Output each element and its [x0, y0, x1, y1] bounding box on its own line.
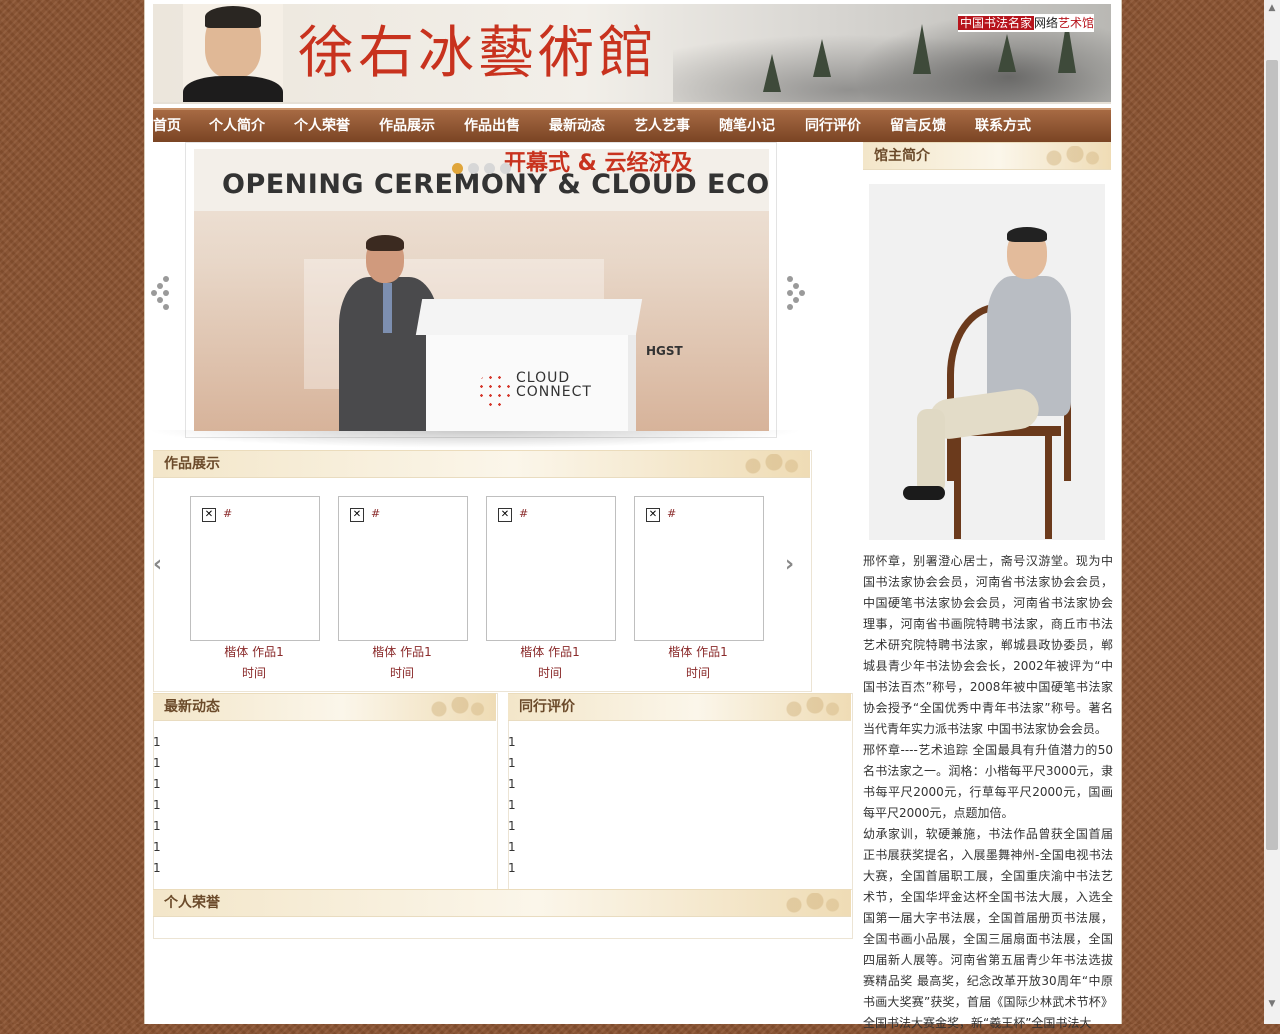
- work-card[interactable]: ✕ #: [190, 496, 320, 641]
- works-header: 作品展示: [153, 450, 810, 478]
- reviews-panel: [508, 693, 853, 890]
- news-item[interactable]: 1: [153, 774, 161, 795]
- review-item[interactable]: 1: [508, 837, 516, 858]
- honors-title[interactable]: 个人荣誉: [164, 890, 220, 916]
- slider-dot-1[interactable]: [452, 163, 463, 174]
- news-panel: [153, 693, 498, 890]
- about-header: 馆主简介: [863, 142, 1111, 170]
- work-title[interactable]: 楷体 作品1: [486, 643, 614, 660]
- broken-image-icon: ✕: [646, 508, 660, 522]
- scroll-thumb[interactable]: [1266, 60, 1278, 850]
- review-item[interactable]: 1: [508, 753, 516, 774]
- nav-item-profile[interactable]: 个人简介: [209, 110, 265, 142]
- cloud-pattern-icon: [1033, 146, 1103, 166]
- honors-header: 个人荣誉: [153, 889, 851, 917]
- review-item[interactable]: 1: [508, 795, 516, 816]
- dotted-arrow-right-icon[interactable]: [787, 276, 811, 312]
- cloud-pattern-icon: [773, 697, 843, 717]
- about-text: 邢怀章，别署澄心居士，斋号汉游堂。现为中国书法家协会会员，河南省书法家协会会员，…: [863, 551, 1113, 1034]
- dotted-arrow-left-icon[interactable]: [151, 276, 175, 312]
- about-paragraph: 邢怀章----艺术追踪 全国最具有升值潜力的50名书法家之一。润格：小楷每平尺3…: [863, 743, 1113, 820]
- work-time: 时间: [389, 666, 414, 680]
- broken-image-icon: ✕: [498, 508, 512, 522]
- news-item[interactable]: 1: [153, 753, 161, 774]
- nav-item-works[interactable]: 作品展示: [379, 110, 435, 142]
- slider-dots: [452, 163, 516, 177]
- work-card[interactable]: ✕ #: [634, 496, 764, 641]
- broken-image-icon: ✕: [350, 508, 364, 522]
- scroll-up-arrow-icon[interactable]: ▲: [1264, 0, 1280, 16]
- work-time: 时间: [685, 666, 710, 680]
- cloud-pattern-icon: [773, 893, 843, 913]
- nav-item-sale[interactable]: 作品出售: [464, 110, 520, 142]
- artist-portrait: [183, 4, 283, 102]
- cloud-connect-logo-icon: [477, 373, 511, 407]
- broken-image-icon: ✕: [202, 508, 216, 522]
- reviews-title[interactable]: 同行评价: [519, 694, 575, 720]
- work-card[interactable]: ✕ #: [338, 496, 468, 641]
- review-item[interactable]: 1: [508, 732, 516, 753]
- chevron-left-icon[interactable]: ‹: [153, 552, 162, 577]
- slider-dot-2[interactable]: [468, 163, 479, 174]
- news-header: 最新动态: [153, 693, 496, 721]
- header-banner: 徐右冰藝術館 中国书法名家 网络艺术馆: [153, 4, 1111, 104]
- page-container: 徐右冰藝術館 中国书法名家 网络艺术馆 首页 个人简介 个人荣誉 作品展示 作品出…: [144, 0, 1122, 1030]
- works-title[interactable]: 作品展示: [164, 451, 220, 477]
- news-item[interactable]: 1: [153, 732, 161, 753]
- work-title[interactable]: 楷体 作品1: [338, 643, 466, 660]
- about-paragraph: 幼承家训，软硬兼施，书法作品曾获全国首届正书展获奖提名，入展墨舞神州-全国电视书…: [863, 827, 1113, 1030]
- nav-item-essays[interactable]: 随笔小记: [719, 110, 775, 142]
- main-nav: 首页 个人简介 个人荣誉 作品展示 作品出售 最新动态 艺人艺事 随笔小记 同行…: [153, 108, 1111, 142]
- about-title[interactable]: 馆主简介: [874, 143, 930, 169]
- work-time: 时间: [537, 666, 562, 680]
- page-scrollbar[interactable]: ▲ ▼: [1264, 0, 1280, 1024]
- nav-item-home[interactable]: 首页: [153, 110, 181, 142]
- review-item[interactable]: 1: [508, 816, 516, 837]
- news-item[interactable]: 1: [153, 816, 161, 837]
- work-time: 时间: [241, 666, 266, 680]
- work-title[interactable]: 楷体 作品1: [634, 643, 762, 660]
- cloud-pattern-icon: [732, 454, 802, 474]
- brand-badge[interactable]: 中国书法名家 网络艺术馆: [958, 14, 1095, 32]
- nav-item-contact[interactable]: 联系方式: [975, 110, 1031, 142]
- chevron-right-icon[interactable]: ›: [785, 552, 794, 577]
- reviews-header: 同行评价: [508, 693, 851, 721]
- scroll-down-arrow-icon[interactable]: ▼: [1264, 996, 1280, 1012]
- slider-dot-4[interactable]: [500, 163, 511, 174]
- nav-item-reviews[interactable]: 同行评价: [805, 110, 861, 142]
- nav-item-artist-affairs[interactable]: 艺人艺事: [634, 110, 690, 142]
- about-paragraph: 邢怀章，别署澄心居士，斋号汉游堂。现为中国书法家协会会员，河南省书法家协会会员，…: [863, 554, 1113, 736]
- news-title[interactable]: 最新动态: [164, 694, 220, 720]
- work-title[interactable]: 楷体 作品1: [190, 643, 318, 660]
- news-item[interactable]: 1: [153, 858, 161, 879]
- cloud-pattern-icon: [418, 697, 488, 717]
- site-title: 徐右冰藝術館: [298, 21, 658, 86]
- news-item[interactable]: 1: [153, 795, 161, 816]
- news-item[interactable]: 1: [153, 837, 161, 858]
- work-card[interactable]: ✕ #: [486, 496, 616, 641]
- sponsor-logo: HGST: [646, 344, 683, 358]
- cloud-connect-logo: CLOUD CONNECT: [516, 370, 592, 400]
- nav-item-honors[interactable]: 个人荣誉: [294, 110, 350, 142]
- artist-photo: [869, 184, 1105, 540]
- review-item[interactable]: 1: [508, 858, 516, 879]
- nav-item-feedback[interactable]: 留言反馈: [890, 110, 946, 142]
- slider-dot-3[interactable]: [484, 163, 495, 174]
- nav-item-news[interactable]: 最新动态: [549, 110, 605, 142]
- review-item[interactable]: 1: [508, 774, 516, 795]
- slider-image[interactable]: 开幕式 & 云经济及 OPENING CEREMONY & CLOUD ECON…: [194, 149, 769, 431]
